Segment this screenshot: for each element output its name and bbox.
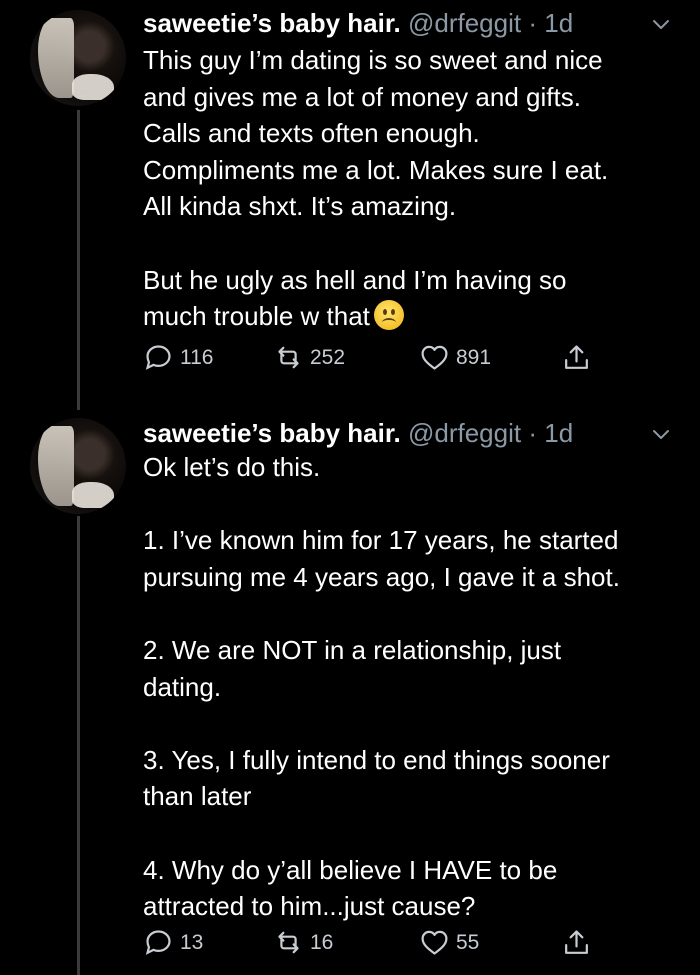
tweet-header: saweetie’s baby hair. @drfeggit · 1d [143,5,573,41]
tweet-header: saweetie’s baby hair. @drfeggit · 1d [143,415,573,451]
tweet-2[interactable]: saweetie’s baby hair. @drfeggit · 1d Ok … [0,410,700,975]
retweet-count: 16 [310,930,334,954]
frowning-face-emoji-icon [373,300,404,331]
tweet-paragraph-text: But he ugly as hell and I’m having so mu… [143,264,567,332]
reply-icon [145,345,171,370]
chevron-down-icon[interactable] [652,429,670,441]
separator-dot: · [528,418,537,448]
tweet-paragraph: Ok let’s do this. [143,452,321,482]
tweet-actions: 116 252 891 [143,342,603,376]
tweet-actions: 13 16 55 [143,927,603,961]
retweet-button[interactable]: 252 [273,342,345,373]
like-count: 891 [456,345,492,369]
share-icon [565,345,588,369]
reply-count: 13 [180,930,204,954]
user-handle[interactable]: @drfeggit [408,418,521,448]
display-name[interactable]: saweetie’s baby hair. [143,418,401,448]
like-button[interactable]: 891 [419,342,491,373]
timestamp[interactable]: 1d [544,418,573,448]
share-icon [565,930,588,954]
reply-count: 116 [180,345,214,369]
share-button[interactable] [561,927,592,958]
retweet-count: 252 [310,345,346,369]
like-button[interactable]: 55 [419,927,479,958]
avatar[interactable] [30,418,126,514]
separator-dot: · [528,8,537,38]
heart-icon [421,345,448,370]
retweet-button[interactable]: 16 [273,927,333,958]
reply-button[interactable]: 116 [143,342,213,373]
tweet-paragraph: This guy I’m dating is so sweet and nice… [143,45,609,222]
reply-icon [145,930,171,955]
retweet-icon [278,931,299,954]
display-name[interactable]: saweetie’s baby hair. [143,8,401,38]
tweet-paragraph: 3. Yes, I fully intend to end things soo… [143,744,610,812]
like-count: 55 [456,930,480,954]
tweet-paragraph: 2. We are NOT in a relationship, just da… [143,634,562,702]
heart-icon [421,930,448,955]
tweet-text: Ok let’s do this. 1. I’ve known him for … [143,449,673,925]
reply-button[interactable]: 13 [143,927,203,958]
avatar[interactable] [30,10,126,106]
chevron-down-icon[interactable] [652,19,670,31]
tweet-text: This guy I’m dating is so sweet and nice… [143,42,673,335]
tweet-paragraph: But he ugly as hell and I’m having so mu… [143,262,673,335]
tweet-paragraph: 1. I’ve known him for 17 years, he start… [143,525,620,592]
tweet-paragraph: 4. Why do y’all believe I HAVE to be att… [143,854,558,922]
share-button[interactable] [561,342,592,373]
timestamp[interactable]: 1d [544,8,573,38]
retweet-icon [278,346,299,369]
tweet-1[interactable]: saweetie’s baby hair. @drfeggit · 1d Thi… [0,0,700,410]
user-handle[interactable]: @drfeggit [408,8,521,38]
